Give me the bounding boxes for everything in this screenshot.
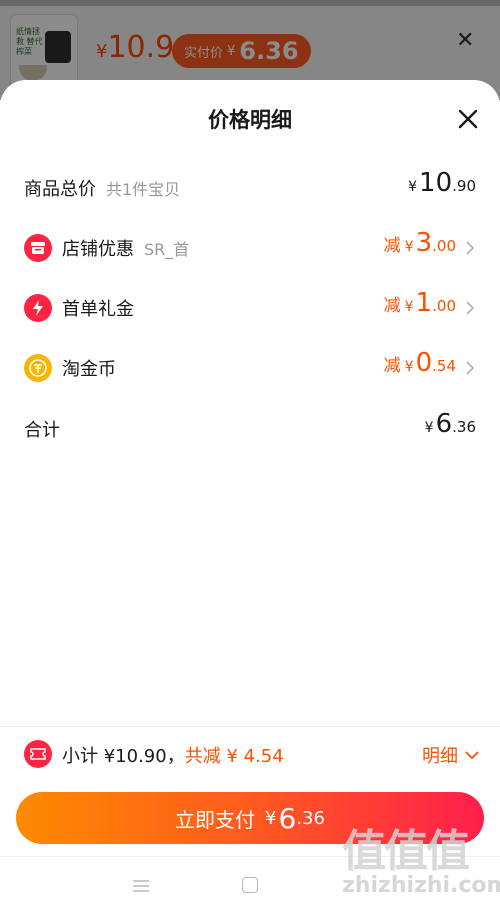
row-store-discount[interactable]: 店铺优惠 SR_首 减 ¥ 3 .00 — [24, 228, 476, 268]
pay-button-currency: ¥ — [265, 807, 277, 829]
chevron-right-icon — [466, 241, 475, 255]
order-summary-bar: 小计 ¥10.90，共减 ¥ 4.54 明细 — [24, 736, 484, 772]
row-goods-total: 商品总价 共1件宝贝 ¥ 10 .90 — [24, 168, 476, 208]
row-amount-dec: .36 — [452, 418, 476, 436]
chevron-down-icon — [465, 751, 479, 760]
row-amount-int: 10 — [419, 168, 453, 198]
row-amount-dec: .00 — [432, 297, 456, 315]
reduce-text: 共减 ¥ 4.54 — [184, 746, 284, 767]
detail-label: 明细 — [422, 746, 458, 767]
row-prefix: 减 — [383, 236, 401, 256]
row-label: 商品总价 — [24, 179, 96, 200]
sheet-title: 价格明细 — [208, 108, 292, 132]
row-amount-dec: .54 — [432, 357, 456, 375]
home-icon[interactable] — [242, 877, 258, 893]
row-amount-int: 6 — [435, 409, 453, 439]
close-icon[interactable] — [455, 106, 481, 132]
summary-text: 小计 ¥10.90，共减 ¥ 4.54 — [62, 742, 284, 768]
chevron-right-icon — [466, 361, 475, 375]
row-sum-total: 合计 ¥ 6 .36 — [24, 409, 476, 449]
row-label: 合计 — [24, 420, 60, 441]
row-prefix: 减 — [383, 356, 401, 376]
row-amount-int: 0 — [415, 348, 433, 378]
row-gold-coin[interactable]: 淘金币 减 ¥ 0 .54 — [24, 348, 476, 388]
watermark-glyphs: 值值值 — [342, 826, 470, 877]
row-label: 店铺优惠 — [62, 239, 134, 260]
row-amount-int: 1 — [415, 288, 433, 318]
subtotal-text: 小计 ¥10.90， — [62, 746, 185, 767]
row-currency: ¥ — [424, 420, 434, 436]
lightning-icon — [24, 294, 52, 322]
row-currency: ¥ — [408, 179, 418, 195]
watermark-logo: 值值值 zhizhizhi.com — [342, 815, 500, 905]
row-amount-dec: .90 — [452, 177, 476, 195]
pay-button-amount-dec: .36 — [296, 807, 325, 829]
row-sublabel: 共1件宝贝 — [106, 180, 181, 199]
detail-toggle[interactable]: 明细 — [422, 742, 480, 768]
row-prefix: 减 — [383, 296, 401, 316]
pay-button-label: 立即支付 — [175, 807, 256, 832]
coin-icon — [24, 354, 52, 382]
row-amount-dec: .00 — [432, 237, 456, 255]
menu-icon[interactable] — [132, 879, 150, 893]
row-currency: ¥ — [404, 239, 414, 255]
bottom-divider — [0, 726, 500, 727]
row-currency: ¥ — [404, 359, 414, 375]
store-icon — [24, 234, 52, 262]
watermark-url: zhizhizhi.com — [342, 873, 500, 898]
price-detail-sheet: 价格明细 商品总价 共1件宝贝 ¥ 10 .90 店铺优惠 SR_首 减 ¥ 3… — [0, 80, 500, 913]
row-sublabel: SR_首 — [144, 240, 190, 259]
row-currency: ¥ — [404, 299, 414, 315]
row-amount-int: 3 — [415, 228, 433, 258]
row-first-order-gift[interactable]: 首单礼金 减 ¥ 1 .00 — [24, 288, 476, 328]
chevron-right-icon — [466, 301, 475, 315]
pay-button-amount-int: 6 — [278, 801, 297, 835]
row-label: 淘金币 — [62, 359, 116, 380]
row-label: 首单礼金 — [62, 299, 134, 320]
ticket-icon — [24, 740, 52, 768]
